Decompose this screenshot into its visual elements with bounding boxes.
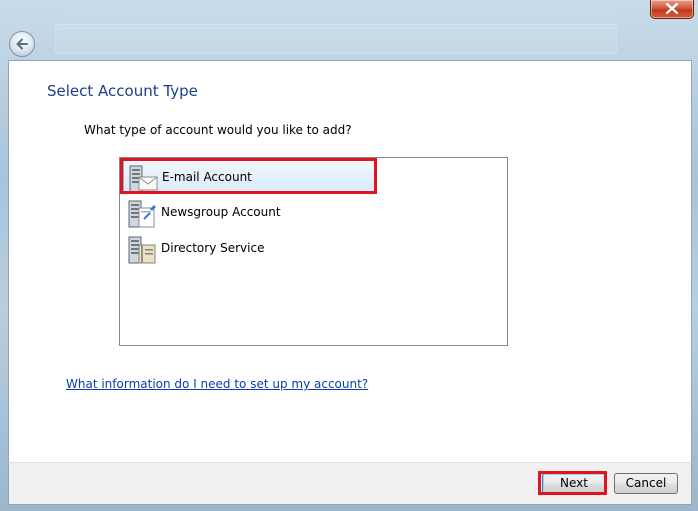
wizard-content: Select Account Type What type of account… [8, 60, 692, 463]
back-arrow-icon [16, 38, 28, 50]
close-icon [665, 3, 679, 14]
email-server-icon [129, 165, 158, 193]
directory-service-label: Directory Service [161, 241, 265, 255]
list-item-directory-service[interactable]: Directory Service [123, 232, 375, 266]
account-type-list[interactable]: E-mail Account Newsgroup Account Directo… [119, 157, 508, 346]
next-button[interactable]: Next [542, 473, 606, 494]
cancel-button[interactable]: Cancel [614, 473, 678, 494]
back-button[interactable] [9, 31, 35, 57]
background-window-ghost [40, 0, 640, 58]
page-title: Select Account Type [47, 82, 198, 100]
account-type-question: What type of account would you like to a… [84, 123, 352, 137]
list-item-newsgroup-account[interactable]: Newsgroup Account [123, 196, 375, 230]
newsgroup-server-icon [128, 200, 156, 228]
email-account-label: E-mail Account [162, 170, 252, 184]
help-link[interactable]: What information do I need to set up my … [66, 377, 368, 391]
wizard-button-bar: Next Cancel [8, 462, 692, 505]
list-item-email-account[interactable]: E-mail Account [123, 160, 375, 194]
close-button[interactable] [650, 0, 694, 19]
directory-server-icon [128, 236, 156, 264]
newsgroup-account-label: Newsgroup Account [161, 205, 281, 219]
